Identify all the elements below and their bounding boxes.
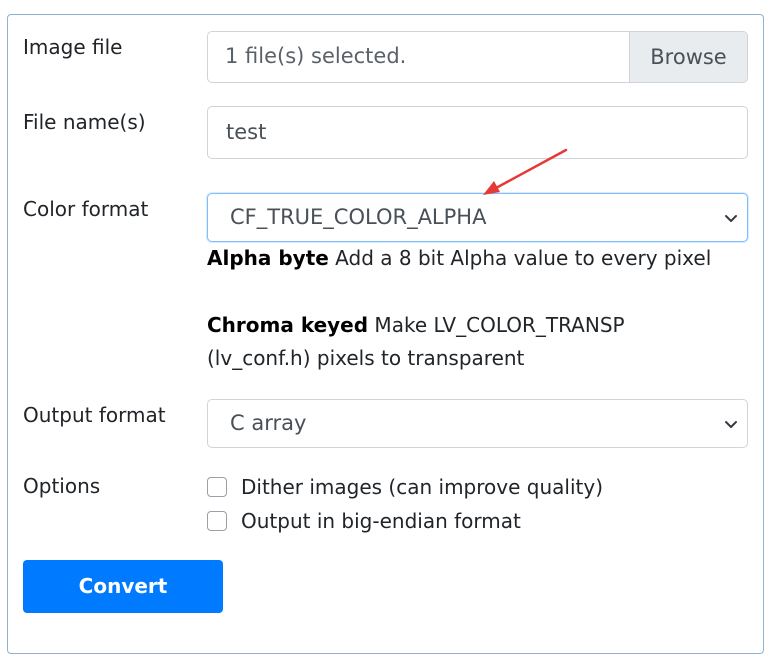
help-text-alpha: Add a 8 bit Alpha value to every pixel	[328, 246, 712, 270]
convert-button[interactable]: Convert	[23, 560, 223, 613]
big-endian-label[interactable]: Output in big-endian format	[241, 509, 521, 533]
file-names-input[interactable]: test	[207, 106, 748, 159]
image-file-input[interactable]: 1 file(s) selected. Browse	[207, 31, 748, 83]
output-format-value: C array	[230, 411, 307, 435]
output-format-select[interactable]: C array	[207, 399, 748, 448]
big-endian-checkbox[interactable]	[207, 511, 227, 531]
help-term-alpha: Alpha byte	[207, 246, 329, 270]
color-format-select[interactable]: CF_TRUE_COLOR_ALPHA	[207, 193, 748, 242]
help-term-chroma: Chroma keyed	[207, 313, 369, 337]
dither-label[interactable]: Dither images (can improve quality)	[241, 475, 603, 499]
color-format-help-alpha: Alpha byte Add a 8 bit Alpha value to ev…	[207, 242, 727, 275]
chevron-down-icon	[725, 421, 737, 428]
file-names-label: File name(s)	[23, 110, 146, 134]
file-names-value: test	[226, 120, 267, 144]
output-format-label: Output format	[23, 403, 166, 427]
image-file-label: Image file	[23, 35, 123, 59]
image-file-value: 1 file(s) selected.	[225, 44, 407, 68]
color-format-label: Color format	[23, 197, 149, 221]
color-format-value: CF_TRUE_COLOR_ALPHA	[230, 205, 487, 229]
browse-button[interactable]: Browse	[629, 32, 747, 82]
chevron-down-icon	[725, 215, 737, 222]
options-label: Options	[23, 474, 101, 498]
color-format-help-chroma: Chroma keyed Make LV_COLOR_TRANSP (lv_co…	[207, 309, 727, 375]
dither-checkbox[interactable]	[207, 477, 227, 497]
